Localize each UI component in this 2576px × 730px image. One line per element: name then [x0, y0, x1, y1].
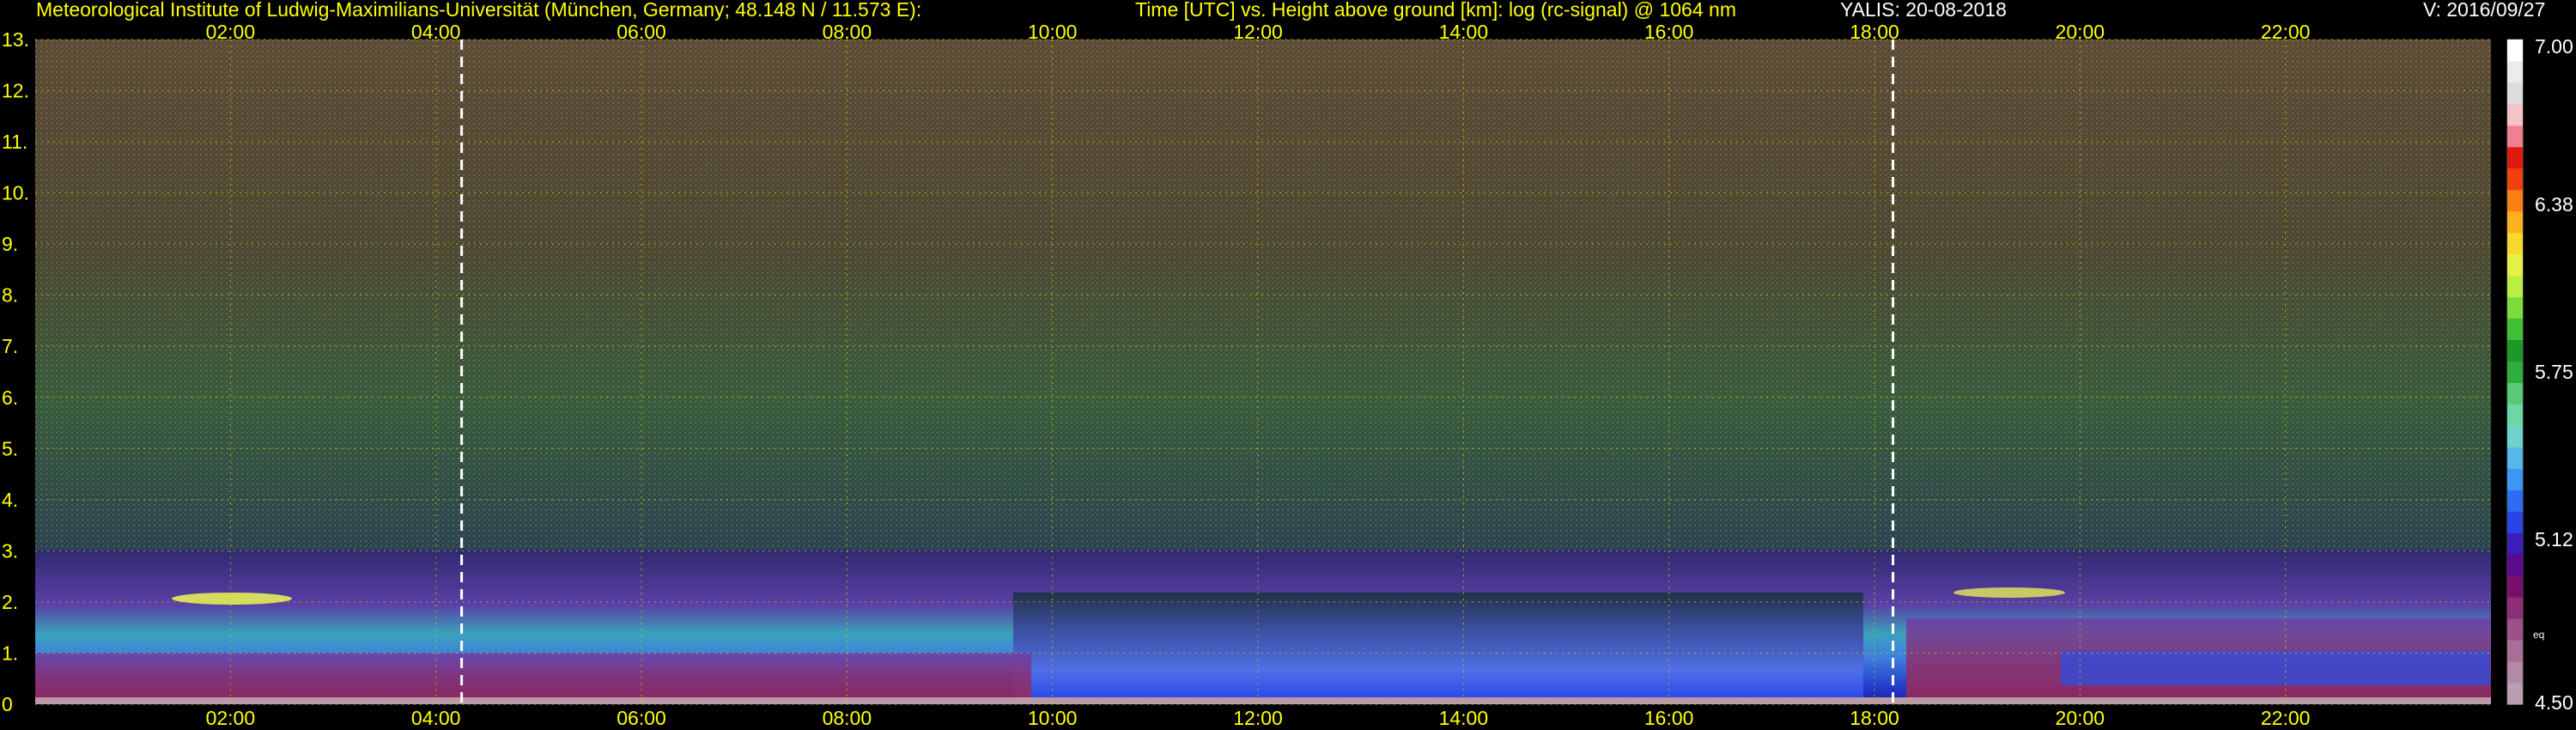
y-tick-label: 2. [2, 591, 18, 613]
x-tick-label-bottom: 18:00 [1850, 707, 1899, 729]
x-tick-label-top: 16:00 [1644, 21, 1694, 43]
colorbar-swatch [2507, 167, 2523, 191]
colorbar-swatch [2507, 511, 2523, 533]
colorbar [2507, 40, 2523, 705]
y-tick-label: 3. [2, 539, 18, 562]
colorbar-swatch [2507, 361, 2523, 383]
x-tick-label-top: 12:00 [1233, 21, 1283, 43]
colorbar-swatch [2507, 447, 2523, 469]
colorbar-swatch [2507, 683, 2523, 705]
evening-surface-layer [2061, 651, 2490, 685]
y-tick-label: 7. [2, 335, 18, 357]
colorbar-swatch [2507, 189, 2523, 212]
colorbar-swatch [2507, 103, 2523, 126]
x-tick-label-top: 08:00 [823, 21, 872, 43]
x-tick-label-top: 04:00 [411, 21, 461, 43]
y-tick-label: 4. [2, 489, 18, 511]
x-tick-label-top: 20:00 [2056, 21, 2105, 43]
x-tick-label-bottom: 12:00 [1233, 707, 1283, 729]
x-tick-label-top: 14:00 [1439, 21, 1489, 43]
colorbar-swatch [2507, 382, 2523, 405]
colorbar-swatch [2507, 468, 2523, 490]
colorbar-swatch [2507, 275, 2523, 298]
x-tick-label-bottom: 10:00 [1028, 707, 1078, 729]
colorbar-swatch [2507, 597, 2523, 619]
colorbar-swatch [2507, 618, 2523, 641]
x-tick-label-bottom: 14:00 [1439, 707, 1489, 729]
colorbar-swatch [2507, 575, 2523, 598]
colorbar-swatch [2507, 146, 2523, 169]
y-tick-label: 9. [2, 233, 18, 255]
y-tick-label: 10. [2, 182, 29, 204]
colorbar-tick-label: 7.00 [2535, 35, 2573, 58]
x-tick-label-top: 22:00 [2261, 21, 2311, 43]
daytime-mixing-layer [1013, 593, 1863, 704]
colorbar-swatch [2507, 60, 2523, 83]
x-tick-label-bottom: 02:00 [206, 707, 256, 729]
x-tick-label-bottom: 04:00 [411, 707, 461, 729]
colorbar-swatch [2507, 490, 2523, 512]
colorbar-tick-label: 6.38 [2535, 193, 2573, 216]
lidar-chart: 0 1. 2. 3. 4. 5. 6. 7. 8. 9. 10. 11. 12. 13. 02:00 04:… [2, 21, 2573, 729]
x-tick-label-bottom: 16:00 [1644, 707, 1694, 729]
x-tick-label-bottom: 08:00 [823, 707, 872, 729]
colorbar-swatch [2507, 425, 2523, 447]
x-tick-label-bottom: 06:00 [617, 707, 666, 729]
colorbar-swatch [2507, 82, 2523, 105]
cloud-layer-evening [1953, 587, 2065, 598]
colorbar-labels: 7.00 6.38 5.75 5.12 4.50 [2535, 35, 2573, 714]
night-residual-layer-morning [35, 653, 1031, 700]
colorbar-swatch [2507, 532, 2523, 555]
y-tick-label: 6. [2, 386, 18, 409]
colorbar-swatch [2507, 404, 2523, 426]
y-tick-label: 5. [2, 437, 18, 459]
x-tick-label-top: 10:00 [1028, 21, 1078, 43]
colorbar-swatch [2507, 661, 2523, 684]
y-axis-ticks: 0 1. 2. 3. 4. 5. 6. 7. 8. 9. 10. 11. 12. 13. [2, 28, 29, 715]
colorbar-swatch [2507, 640, 2523, 662]
y-tick-label: 11. [2, 131, 27, 153]
y-tick-label: 8. [2, 284, 18, 307]
signal-field [35, 40, 2491, 704]
colorbar-tick-label: 4.50 [2535, 691, 2573, 714]
x-axis-ticks-bottom: 02:00 04:00 06:00 08:00 10:00 12:00 14:00 16:00… [206, 707, 2311, 729]
colorbar-swatch [2507, 339, 2523, 362]
colorbar-eq-label: eq [2533, 629, 2544, 641]
y-tick-label: 0 [2, 693, 13, 715]
colorbar-swatch [2507, 40, 2523, 62]
x-tick-label-top: 06:00 [617, 21, 666, 43]
y-tick-label: 1. [2, 642, 18, 664]
x-tick-label-bottom: 22:00 [2261, 707, 2311, 729]
colorbar-swatch [2507, 296, 2523, 319]
x-tick-label-top: 18:00 [1850, 21, 1899, 43]
colorbar-swatch [2507, 232, 2523, 255]
colorbar-swatch [2507, 125, 2523, 148]
x-tick-label-bottom: 20:00 [2056, 707, 2105, 729]
colorbar-swatch [2507, 554, 2523, 576]
ground-strip [35, 697, 2491, 704]
colorbar-swatch [2507, 318, 2523, 341]
colorbar-swatch [2507, 253, 2523, 277]
x-tick-label-top: 02:00 [206, 21, 256, 43]
y-tick-label: 13. [2, 28, 29, 51]
y-tick-label: 12. [2, 80, 29, 102]
colorbar-tick-label: 5.75 [2535, 361, 2573, 383]
colorbar-tick-label: 5.12 [2535, 528, 2573, 551]
cloud-layer-early [172, 593, 292, 605]
colorbar-swatch [2507, 210, 2523, 234]
